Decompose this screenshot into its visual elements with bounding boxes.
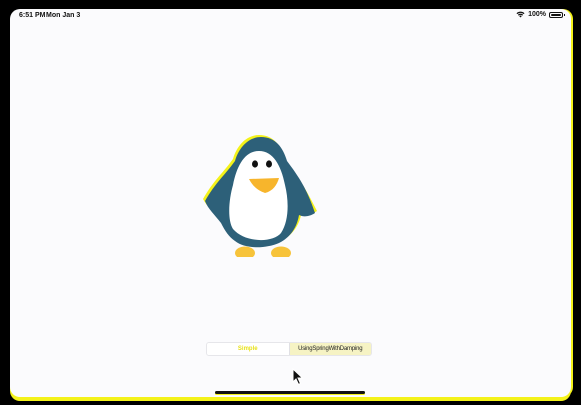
status-time: 6:51 PM (19, 12, 46, 19)
segment-using-spring-with-damping[interactable]: UsingSpringWithDamping (289, 343, 371, 355)
status-date: Mon Jan 3 (46, 12, 81, 19)
penguin-image (203, 135, 317, 257)
wifi-icon (516, 11, 525, 18)
animation-mode-segmented-control[interactable]: Simple UsingSpringWithDamping (206, 342, 372, 356)
battery-percent: 100% (528, 11, 546, 18)
arrow-cursor-icon (292, 368, 304, 386)
status-bar: 6:51 PM Mon Jan 3 100% (10, 9, 571, 23)
status-indicators: 100% (516, 11, 565, 18)
home-indicator[interactable] (215, 391, 365, 394)
device-screen: 6:51 PM Mon Jan 3 100% Simple UsingSprin… (10, 9, 571, 397)
segment-simple[interactable]: Simple (207, 343, 290, 355)
battery-icon (549, 11, 565, 18)
